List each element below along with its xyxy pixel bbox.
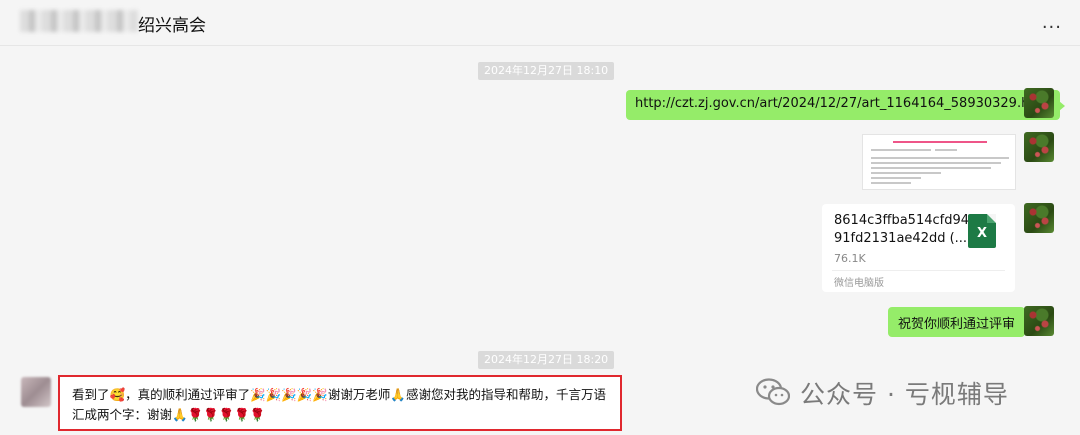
wechat-official-account-watermark: 公众号 · 亏枧辅导 <box>756 372 1056 412</box>
link-message-text[interactable]: http://czt.zj.gov.cn/art/2024/12/27/art_… <box>635 96 1051 111</box>
self-avatar[interactable] <box>1024 203 1054 233</box>
watermark-text: 公众号 · 亏枧辅导 <box>800 380 1009 409</box>
self-avatar[interactable] <box>1024 132 1054 162</box>
text-message-bubble[interactable]: 祝贺你顺利通过评审 <box>888 307 1031 337</box>
file-size: 76.1K <box>834 252 866 265</box>
chat-header: 绍兴高会 ... <box>0 0 1080 46</box>
document-screenshot-image[interactable] <box>862 134 1016 190</box>
file-message-card[interactable]: 8614c3ffba514cfd94 91fd2131ae42dd (... X… <box>822 204 1015 292</box>
timestamp: 2024年12月27日 18:10 <box>478 62 615 80</box>
more-options-icon[interactable]: ... <box>1042 12 1062 33</box>
link-message-bubble[interactable]: http://czt.zj.gov.cn/art/2024/12/27/art_… <box>626 90 1065 120</box>
blurred-contact-name <box>20 10 138 32</box>
divider <box>832 270 1005 271</box>
excel-file-icon: X <box>968 214 996 248</box>
file-name: 8614c3ffba514cfd94 91fd2131ae42dd (... <box>834 213 970 246</box>
wechat-logo-icon <box>756 378 790 406</box>
incoming-message-text: 看到了🥰，真的顺利通过评审了🎉🎉🎉🎉🎉谢谢万老师🙏感谢您对我的指导和帮助，千言万… <box>72 387 606 422</box>
self-avatar[interactable] <box>1024 88 1054 118</box>
incoming-message-bubble[interactable]: 看到了🥰，真的顺利通过评审了🎉🎉🎉🎉🎉谢谢万老师🙏感谢您对我的指导和帮助，千言万… <box>58 375 622 431</box>
timestamp: 2024年12月27日 18:20 <box>478 351 615 369</box>
contact-avatar[interactable] <box>21 377 51 407</box>
file-source-label: 微信电脑版 <box>834 278 884 289</box>
congrats-message-text: 祝贺你顺利通过评审 <box>898 317 1016 332</box>
chat-title: 绍兴高会 <box>138 16 206 36</box>
self-avatar[interactable] <box>1024 306 1054 336</box>
